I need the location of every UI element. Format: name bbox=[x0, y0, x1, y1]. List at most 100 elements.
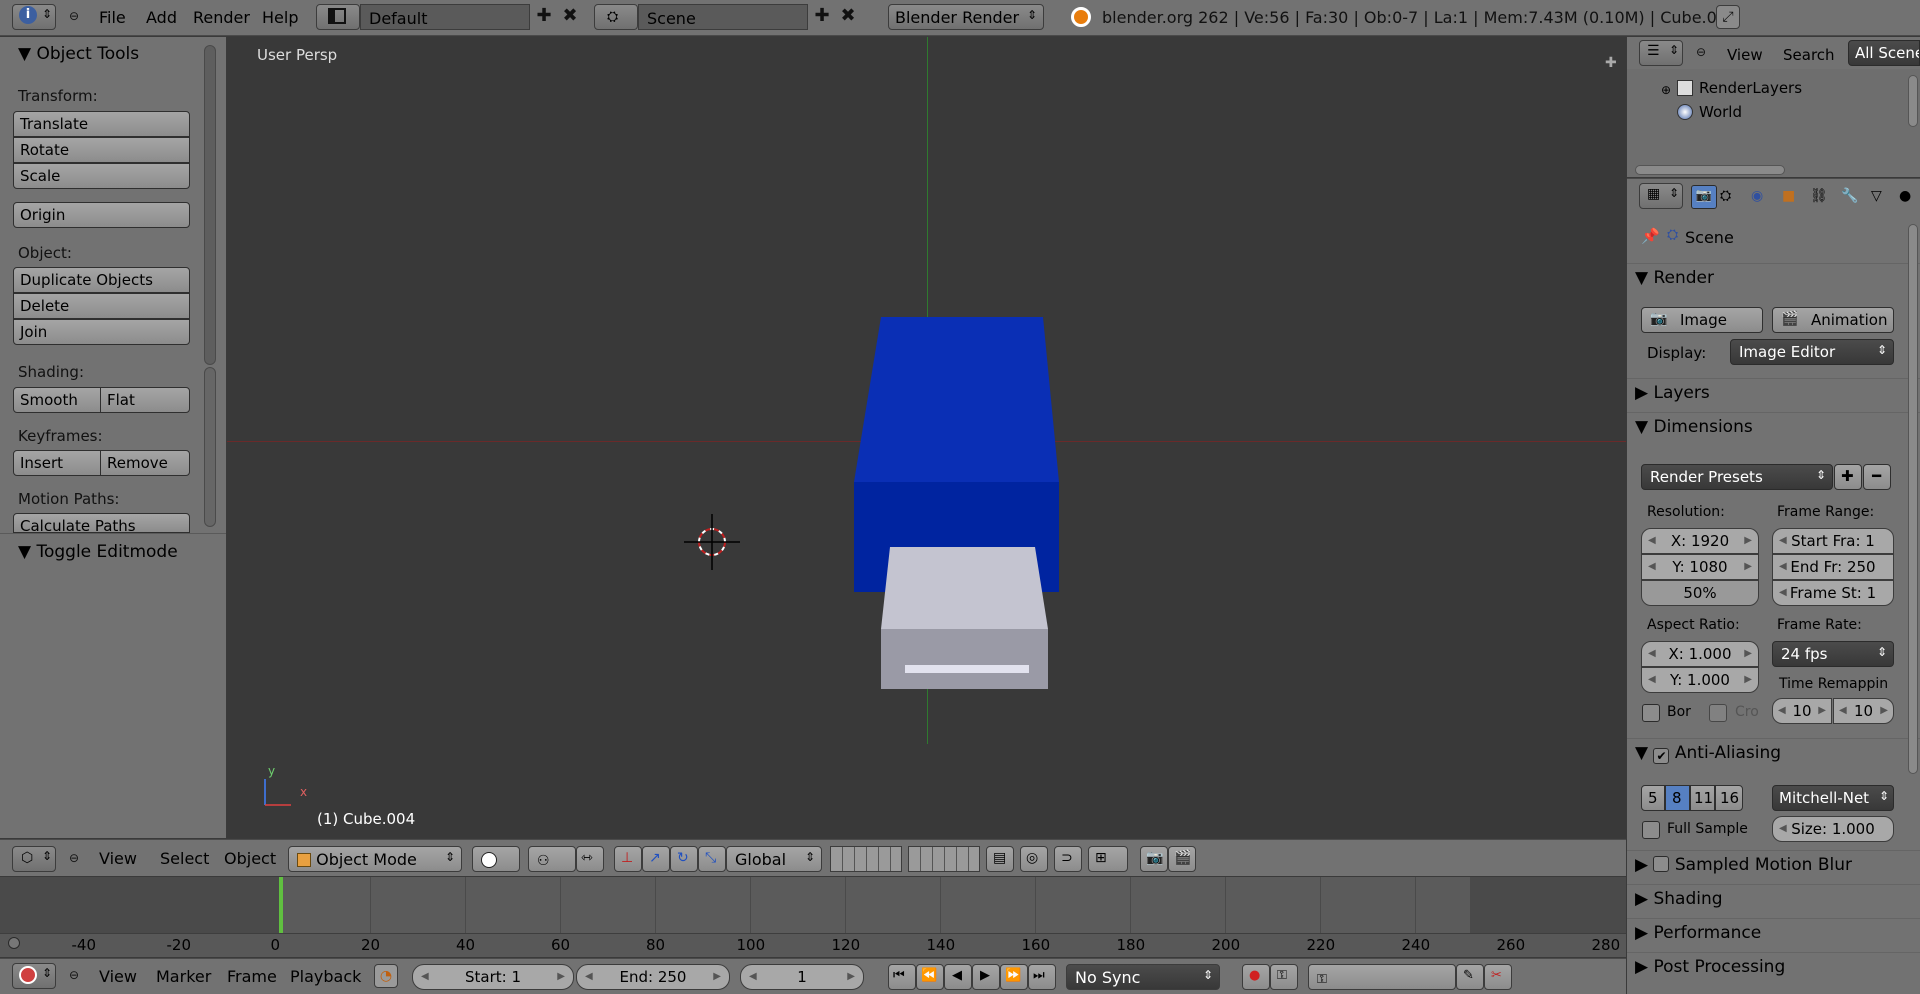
menu-render[interactable]: Render bbox=[193, 8, 250, 27]
frame-step-field[interactable]: ◀ Frame St: 1 bbox=[1772, 580, 1894, 606]
insert-keyframe-button[interactable]: Insert bbox=[13, 450, 101, 476]
mode-select[interactable]: Object Mode ⇕ bbox=[288, 846, 462, 872]
motion-blur-checkbox[interactable] bbox=[1653, 856, 1670, 872]
snap-toggle-icon[interactable]: ⊃ bbox=[1054, 846, 1082, 872]
menu-file[interactable]: File bbox=[99, 8, 126, 27]
render-image-button[interactable]: 📷 Image bbox=[1641, 307, 1763, 333]
smooth-button[interactable]: Smooth bbox=[13, 387, 101, 413]
timeline-ruler[interactable]: -40 -20 0 20 40 60 80 100 120 140 160 180 200 220 240 2… bbox=[0, 933, 1626, 957]
outliner-v-scrollbar[interactable] bbox=[1908, 75, 1918, 127]
remove-layout-icon[interactable]: ✖ bbox=[558, 5, 582, 29]
remove-preset-icon[interactable]: ━ bbox=[1863, 464, 1891, 490]
render-context-tab-icon[interactable]: 📷 bbox=[1691, 185, 1717, 209]
render-panel-header[interactable]: ▼ Render bbox=[1627, 263, 1920, 291]
manipulate-center-icon[interactable]: ⇿ bbox=[576, 846, 604, 872]
active-keying-set[interactable]: ⚿ bbox=[1308, 964, 1456, 990]
3d-viewport[interactable]: User Persp ✚ y x (1) Cube.004 bbox=[227, 37, 1626, 838]
start-frame-field[interactable]: ◀ Start Fra: 1 bbox=[1772, 528, 1894, 554]
translate-manipulator-icon[interactable]: ↗ bbox=[642, 846, 670, 872]
scene-layers-1[interactable] bbox=[830, 846, 902, 872]
object-tab-icon[interactable]: ■ bbox=[1782, 188, 1795, 204]
full-sample-checkbox[interactable] bbox=[1642, 821, 1660, 839]
material-tab-icon[interactable]: ● bbox=[1899, 188, 1911, 204]
scroll-left-handle[interactable] bbox=[8, 937, 20, 949]
join-button[interactable]: Join bbox=[13, 319, 190, 345]
menu-playback[interactable]: Playback bbox=[290, 967, 361, 986]
time-remap-old-field[interactable]: ◀ 10 ▶ bbox=[1772, 698, 1832, 724]
constraints-tab-icon[interactable]: ⛓ bbox=[1810, 188, 1828, 204]
auto-keying-icon[interactable]: ● bbox=[1242, 964, 1270, 990]
remove-keyframe-button[interactable]: Remove bbox=[100, 450, 190, 476]
resolution-x-field[interactable]: ◀ X: 1920 ▶ bbox=[1641, 528, 1759, 554]
outliner-h-scrollbar[interactable] bbox=[1635, 165, 1785, 175]
data-tab-icon[interactable]: ▽ bbox=[1871, 188, 1882, 204]
start-frame-field[interactable]: ◀ Start: 1 ▶ bbox=[412, 964, 574, 990]
collapse-menus-icon[interactable]: ⊖ bbox=[62, 847, 86, 871]
add-layout-icon[interactable]: ✚ bbox=[532, 5, 556, 29]
rotate-manipulator-icon[interactable]: ↻ bbox=[670, 846, 698, 872]
proportional-edit-icon[interactable]: ◎ bbox=[1020, 846, 1048, 872]
editor-type-3dview-button[interactable]: ⬡ ⇕ bbox=[12, 846, 56, 872]
frame-rate-select[interactable]: 24 fps ⇕ bbox=[1772, 641, 1894, 667]
pin-icon[interactable]: 📌 bbox=[1641, 227, 1660, 245]
menu-frame[interactable]: Frame bbox=[227, 967, 277, 986]
sync-mode-select[interactable]: No Sync ⇕ bbox=[1066, 964, 1220, 990]
menu-marker[interactable]: Marker bbox=[156, 967, 211, 986]
time-remap-new-field[interactable]: ◀ 10 ▶ bbox=[1833, 698, 1894, 724]
scale-button[interactable]: Scale bbox=[13, 163, 190, 189]
scene-name[interactable]: Scene bbox=[638, 4, 808, 30]
end-frame-field[interactable]: ◀ End: 250 ▶ bbox=[576, 964, 730, 990]
modifiers-tab-icon[interactable]: 🔧 bbox=[1841, 188, 1858, 204]
current-frame-field[interactable]: ◀ 1 ▶ bbox=[740, 964, 864, 990]
editor-type-outliner-button[interactable]: ☰ ⇕ bbox=[1639, 40, 1683, 66]
delete-keyframe-icon[interactable]: ✂ bbox=[1484, 964, 1512, 990]
jump-keyframe-back-icon[interactable]: ⏪ bbox=[916, 964, 944, 990]
menu-add[interactable]: Add bbox=[146, 8, 177, 27]
scene-layers-2[interactable] bbox=[908, 846, 980, 872]
manipulator-toggle-icon[interactable]: ⊥ bbox=[614, 846, 642, 872]
display-select[interactable]: Image Editor ⇕ bbox=[1730, 339, 1894, 365]
jump-keyframe-forward-icon[interactable]: ⏩ bbox=[1000, 964, 1028, 990]
sampled-motion-blur-panel-header[interactable]: ▶ Sampled Motion Blur bbox=[1627, 850, 1920, 878]
world-tab-icon[interactable]: ◉ bbox=[1751, 188, 1763, 204]
aa-samples-11-button[interactable]: 11 bbox=[1690, 785, 1715, 811]
rotate-button[interactable]: Rotate bbox=[13, 137, 190, 163]
play-icon[interactable]: ▶ bbox=[972, 964, 1000, 990]
collapse-menus-icon[interactable]: ⊖ bbox=[62, 5, 86, 29]
expand-icon[interactable]: ⊕ bbox=[1661, 83, 1671, 97]
snap-element-icon[interactable]: ⊞ bbox=[1088, 846, 1128, 872]
menu-search[interactable]: Search bbox=[1783, 46, 1835, 64]
outliner-item-world[interactable]: World bbox=[1699, 103, 1742, 121]
collapse-menus-icon[interactable]: ⊖ bbox=[1689, 41, 1713, 65]
toolshelf-scrollbar-lower[interactable] bbox=[204, 367, 216, 527]
add-preset-icon[interactable]: ✚ bbox=[1834, 464, 1862, 490]
collapse-menus-icon[interactable]: ⊖ bbox=[62, 964, 86, 988]
scale-manipulator-icon[interactable]: ⤡ bbox=[698, 846, 726, 872]
outliner-tree[interactable]: ⊕ RenderLayers World bbox=[1627, 69, 1920, 177]
crop-checkbox[interactable] bbox=[1709, 704, 1727, 722]
layers-panel-header[interactable]: ▶ Layers bbox=[1627, 378, 1920, 406]
editor-type-properties-button[interactable]: ▦ ⇕ bbox=[1639, 183, 1683, 209]
3d-cursor-icon[interactable] bbox=[682, 512, 742, 572]
duplicate-objects-button[interactable]: Duplicate Objects bbox=[13, 267, 190, 293]
aa-filter-select[interactable]: Mitchell-Net ⇕ bbox=[1772, 785, 1894, 811]
viewport-shading-select[interactable] bbox=[472, 846, 520, 872]
aa-samples-5-button[interactable]: 5 bbox=[1641, 785, 1665, 811]
performance-panel-header[interactable]: ▶ Performance bbox=[1627, 918, 1920, 946]
anti-aliasing-panel-header[interactable]: ▼ ✔ Anti-Aliasing bbox=[1627, 738, 1920, 766]
keying-set-icon[interactable]: ⚿ bbox=[1270, 964, 1298, 990]
fullscreen-icon[interactable]: ⤢ bbox=[1716, 5, 1740, 29]
origin-button[interactable]: Origin bbox=[13, 202, 190, 228]
preview-range-icon[interactable]: ◔ bbox=[374, 964, 398, 988]
menu-view[interactable]: View bbox=[99, 849, 137, 868]
shading-panel-header[interactable]: ▶ Shading bbox=[1627, 884, 1920, 912]
render-presets-select[interactable]: Render Presets ⇕ bbox=[1641, 464, 1833, 490]
add-scene-icon[interactable]: ✚ bbox=[810, 5, 834, 29]
aspect-y-field[interactable]: ◀ Y: 1.000 ▶ bbox=[1641, 667, 1759, 693]
render-engine-select[interactable]: Blender Render ⇕ bbox=[888, 4, 1044, 30]
render-layers-tab-icon[interactable]: ⛭ bbox=[1720, 188, 1731, 204]
anti-aliasing-checkbox[interactable]: ✔ bbox=[1653, 748, 1670, 764]
menu-select[interactable]: Select bbox=[160, 849, 209, 868]
menu-view[interactable]: View bbox=[99, 967, 137, 986]
delete-button[interactable]: Delete bbox=[13, 293, 190, 319]
